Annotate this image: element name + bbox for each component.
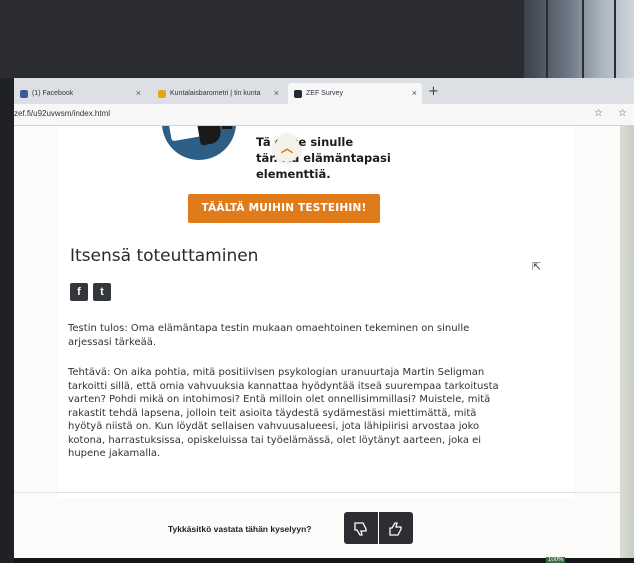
facebook-share-button[interactable]: f bbox=[70, 283, 88, 301]
screen-edge bbox=[0, 78, 14, 563]
close-tab-icon[interactable]: × bbox=[412, 88, 417, 98]
reading-mode-icon[interactable]: ☆ bbox=[594, 108, 603, 119]
facebook-icon bbox=[20, 89, 28, 98]
twitter-share-button[interactable]: t bbox=[93, 283, 111, 301]
more-tests-button[interactable]: TÄÄLTÄ MUIHIN TESTEIHIN! bbox=[188, 194, 380, 223]
new-tab-button[interactable]: + bbox=[428, 84, 439, 99]
survey-result-card: Tä olme sinulle tär. .tä elämäntapasi el… bbox=[58, 126, 574, 498]
facebook-icon: f bbox=[77, 286, 81, 298]
system-tray: 100% bbox=[546, 557, 566, 563]
battery-indicator[interactable]: 100% bbox=[546, 557, 566, 563]
scroll-to-top-button[interactable]: ︿ bbox=[274, 136, 300, 162]
window-pane bbox=[614, 0, 616, 78]
mouse-cursor-icon: ⇱ bbox=[532, 260, 542, 273]
address-bar[interactable]: zef.fi/u92uvwsm/index.html ☆ ☆ bbox=[14, 104, 634, 126]
url-text[interactable]: zef.fi/u92uvwsm/index.html bbox=[14, 109, 110, 118]
favorites-icon[interactable]: ☆ bbox=[618, 108, 627, 119]
megaphone-bell bbox=[195, 126, 223, 146]
task-text: Tehtävä: On aika pohtia, mitä positiivis… bbox=[68, 367, 499, 459]
taskbar bbox=[14, 558, 634, 563]
close-tab-icon[interactable]: × bbox=[136, 88, 141, 98]
twitter-icon: t bbox=[100, 286, 104, 298]
photo-frame: (1) Facebook × Kuntalaisbarometri | tin … bbox=[0, 0, 634, 563]
tab-label: Kuntalaisbarometri | tin kunta bbox=[170, 90, 261, 97]
desktop-background bbox=[620, 126, 634, 563]
result-title: Itsensä toteuttaminen bbox=[70, 246, 259, 266]
tab-kuntalaisbarometri[interactable]: Kuntalaisbarometri | tin kunta × bbox=[152, 83, 284, 104]
result-text: Testin tulos: Oma elämäntapa testin muka… bbox=[68, 323, 470, 348]
tab-zef-survey[interactable]: ZEF Survey × bbox=[288, 83, 422, 104]
close-tab-icon[interactable]: × bbox=[274, 88, 279, 98]
window-pane bbox=[582, 0, 584, 78]
tab-facebook[interactable]: (1) Facebook × bbox=[14, 83, 146, 104]
window-pane bbox=[546, 0, 548, 78]
thumbs-up-button[interactable] bbox=[379, 512, 413, 544]
thumbs-down-button[interactable] bbox=[344, 512, 378, 544]
divider bbox=[14, 492, 620, 493]
promo-line: elementtiä. bbox=[256, 167, 331, 181]
browser-tab-bar: (1) Facebook × Kuntalaisbarometri | tin … bbox=[14, 78, 634, 104]
window-reflection bbox=[524, 0, 634, 78]
chevron-up-icon: ︿ bbox=[280, 141, 293, 155]
megaphone-icon bbox=[162, 126, 236, 160]
feedback-question: Tykkäsitkö vastata tähän kyselyyn? bbox=[168, 524, 312, 534]
site-icon bbox=[158, 89, 166, 98]
thumbs-down-icon bbox=[354, 521, 367, 536]
thumbs-up-icon bbox=[389, 521, 402, 536]
megaphone-ray bbox=[222, 126, 232, 129]
page-viewport: Tä olme sinulle tär. .tä elämäntapasi el… bbox=[14, 126, 620, 558]
tab-label: (1) Facebook bbox=[32, 90, 74, 97]
zef-icon bbox=[294, 89, 302, 98]
tab-label: ZEF Survey bbox=[306, 90, 343, 97]
